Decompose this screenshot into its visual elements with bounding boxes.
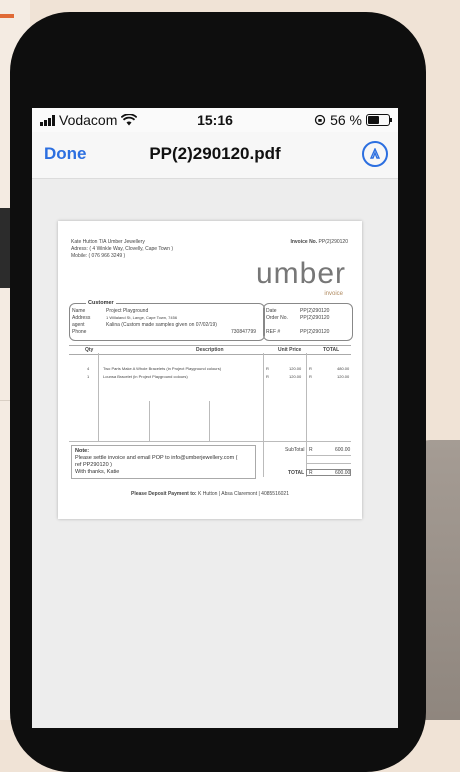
phone-screen: Vodacom 15:16 56 % Done PP(2)290120.pdf … [32,108,398,728]
table-header: Qty Description Unit Price TOTAL [69,345,351,355]
navigation-bar: Done PP(2)290120.pdf [32,132,398,179]
row-total: 120.00 [337,374,350,379]
pdf-viewer[interactable]: Kate Hutton T/A Umber Jewellery Adress: … [32,179,398,728]
order-value: PP(2)290120 [300,315,330,321]
orientation-lock-icon [314,114,326,126]
agent-value: Kalina (Custom made samples given on 07/… [106,322,217,328]
note-line: ref PP290120 ) [75,462,112,468]
sender-line: Kate Hutton T/A Umber Jewellery [71,239,145,245]
row-description: Two Parts Make A Whole Bracelets (in Pro… [103,366,222,371]
header-unit-price: Unit Price [278,347,302,353]
address-value: 1 Willaland St, Lange, Cape Town, 7456 [106,315,178,320]
row-divider [69,441,351,442]
row-currency: R [266,374,269,379]
row-qty: 4 [87,366,90,371]
payment-footer: Please Deposit Payment to: K Hutton | Ab… [58,491,362,497]
col-divider [306,353,307,477]
name-label: Name [72,308,86,314]
phone-value: 730847799 [231,329,257,335]
note-line: With thanks, Katie [75,469,120,475]
battery-icon [366,114,392,126]
col-divider [209,401,210,441]
status-right: 56 % [314,112,392,128]
row-currency: R [309,374,312,379]
umber-logo: umber [255,257,346,290]
row-qty: 1 [87,374,90,379]
invoice-number-label: Invoice No. [290,239,318,245]
note-heading: Note: [75,448,90,454]
row-currency: R [266,366,269,371]
row-unit-price: 120.00 [289,374,302,379]
phone-label: Phone [72,329,87,335]
date-label: Date [266,308,277,314]
order-label: Order No. [266,315,288,321]
customer-heading: Customer [86,300,116,306]
ref-value: PP(2)290120 [300,329,330,335]
agent-label: agent [72,322,85,328]
name-value: Project Playground [106,308,149,314]
invoice-number: Invoice No. PP(2)290120 [290,239,348,245]
ref-label: REF # [266,329,281,335]
subtotal-value: 600.00 [335,447,351,453]
row-currency: R [309,366,312,371]
sender-line: Mobile: ( 076 966 3249 ) [71,253,126,259]
date-value: PP(2)290120 [300,308,330,314]
subtotal-label: SubTotal [285,447,305,453]
total-label: TOTAL [288,470,305,476]
row-description: Lounsa Bracelet (in Project Playground c… [103,374,188,379]
note-box: Note: Please settle invoice and email PO… [71,445,256,479]
header-qty: Qty [85,347,94,353]
header-description: Description [196,347,224,353]
sender-line: Adress: ( 4 Winkle Way, Clovelly, Cape T… [71,246,174,252]
note-line: Please settle invoice and email POP to i… [75,455,238,461]
total-currency: R [309,470,313,476]
pdf-page: Kate Hutton T/A Umber Jewellery Adress: … [58,221,362,519]
address-label: Address [72,315,91,321]
footer-details: K Hutton | Absa Claremont | 4085516021 [197,491,289,497]
header-total: TOTAL [323,347,340,353]
document-title: PP(2)290120.pdf [149,144,281,163]
row-unit-price: 120.00 [289,366,302,371]
col-divider [149,401,150,441]
logo-subtitle: invoice [324,291,343,297]
row-divider [306,463,351,464]
background-accent-bar [0,14,14,18]
col-divider [263,353,264,477]
footer-label: Please Deposit Payment to: [131,491,197,497]
row-divider [306,455,351,456]
row-total: 480.00 [337,366,350,371]
status-bar: Vodacom 15:16 56 % [32,108,398,132]
markup-pen-icon [369,148,381,159]
markup-button[interactable] [362,141,388,167]
invoice-number-value: PP(2)290120 [318,239,348,245]
subtotal-currency: R [309,447,313,453]
sender-info: Kate Hutton T/A Umber Jewellery Adress: … [71,239,173,260]
col-divider [98,353,99,441]
battery-percent: 56 % [330,112,362,128]
total-value: 600.00 [335,470,351,476]
